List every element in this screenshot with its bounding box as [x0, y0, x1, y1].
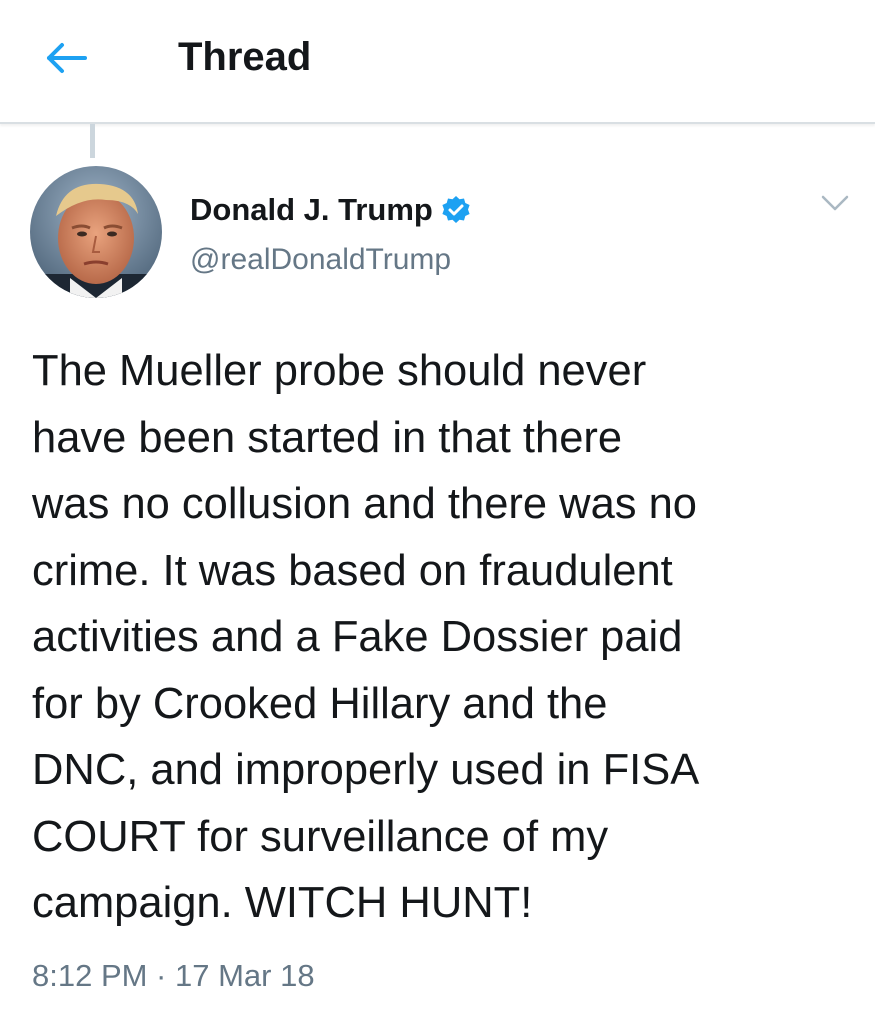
tweet-timestamp[interactable]: 8:12 PM · 17 Mar 18 [32, 956, 315, 996]
profile-photo [30, 166, 162, 298]
author-name-row[interactable]: Donald J. Trump [190, 190, 471, 230]
thread-connector-line [90, 124, 95, 158]
thread-header: Thread [0, 0, 875, 124]
tweet-menu-button[interactable] [818, 188, 852, 218]
verified-badge-icon [441, 195, 471, 225]
tweet-text: The Mueller probe should never have been… [32, 347, 700, 927]
arrow-left-icon [47, 43, 87, 73]
back-button[interactable] [40, 36, 94, 80]
page-title: Thread [178, 35, 312, 79]
author-handle[interactable]: @realDonaldTrump [190, 242, 451, 278]
chevron-down-icon [821, 195, 849, 211]
display-name[interactable]: Donald J. Trump [190, 192, 433, 228]
avatar[interactable] [30, 166, 162, 298]
